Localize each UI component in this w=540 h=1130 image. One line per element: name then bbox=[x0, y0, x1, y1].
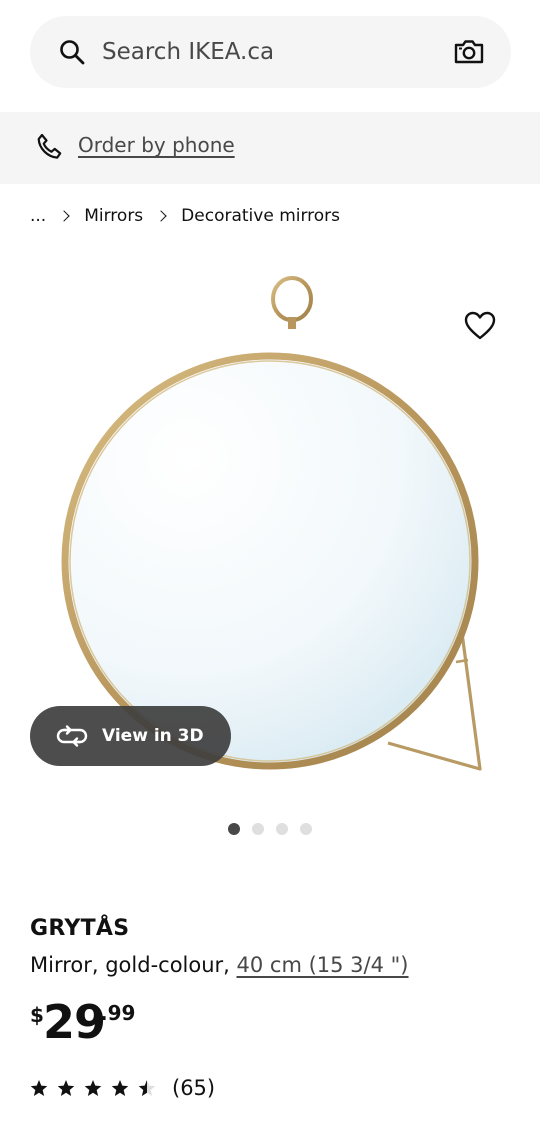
breadcrumb-item-decorative-mirrors[interactable]: Decorative mirrors bbox=[181, 206, 340, 226]
chevron-right-icon bbox=[155, 210, 167, 222]
price-decimal: .99 bbox=[100, 1001, 136, 1025]
rating-count: (65) bbox=[172, 1076, 216, 1100]
star-icon bbox=[111, 1080, 129, 1096]
image-carousel-dots bbox=[228, 823, 312, 835]
view-in-3d-label: View in 3D bbox=[102, 726, 204, 746]
carousel-dot-2[interactable] bbox=[252, 823, 264, 835]
camera-icon[interactable] bbox=[453, 36, 485, 68]
rotate-3d-icon bbox=[56, 725, 88, 747]
product-rating[interactable]: (65) bbox=[30, 1076, 215, 1100]
star-half-icon bbox=[138, 1080, 156, 1096]
star-rating bbox=[30, 1080, 156, 1096]
phone-icon bbox=[37, 133, 62, 159]
product-name: GRYTÅS bbox=[30, 916, 130, 941]
carousel-dot-4[interactable] bbox=[300, 823, 312, 835]
breadcrumb-item-mirrors[interactable]: Mirrors bbox=[84, 206, 143, 226]
breadcrumb-ellipsis[interactable]: ... bbox=[30, 206, 46, 226]
product-description-text: Mirror, gold-colour, bbox=[30, 953, 237, 977]
carousel-dot-1[interactable] bbox=[228, 823, 240, 835]
search-input[interactable] bbox=[102, 16, 442, 88]
star-icon bbox=[57, 1080, 75, 1096]
product-size-link[interactable]: 40 cm (15 3/4 ") bbox=[237, 953, 409, 977]
price-integer: 29 bbox=[43, 995, 106, 1049]
search-bar[interactable] bbox=[30, 16, 511, 88]
heart-icon[interactable] bbox=[464, 311, 496, 341]
search-icon bbox=[60, 40, 85, 65]
view-in-3d-button[interactable]: View in 3D bbox=[30, 706, 231, 766]
order-by-phone-banner: Order by phone bbox=[0, 112, 540, 184]
breadcrumb: ... Mirrors Decorative mirrors bbox=[30, 204, 340, 228]
carousel-dot-3[interactable] bbox=[276, 823, 288, 835]
product-description: Mirror, gold-colour, 40 cm (15 3/4 ") bbox=[30, 953, 409, 977]
star-icon bbox=[84, 1080, 102, 1096]
star-icon bbox=[30, 1080, 48, 1096]
price-currency: $ bbox=[30, 1003, 44, 1027]
order-by-phone-link[interactable]: Order by phone bbox=[78, 133, 235, 157]
chevron-right-icon bbox=[58, 210, 70, 222]
